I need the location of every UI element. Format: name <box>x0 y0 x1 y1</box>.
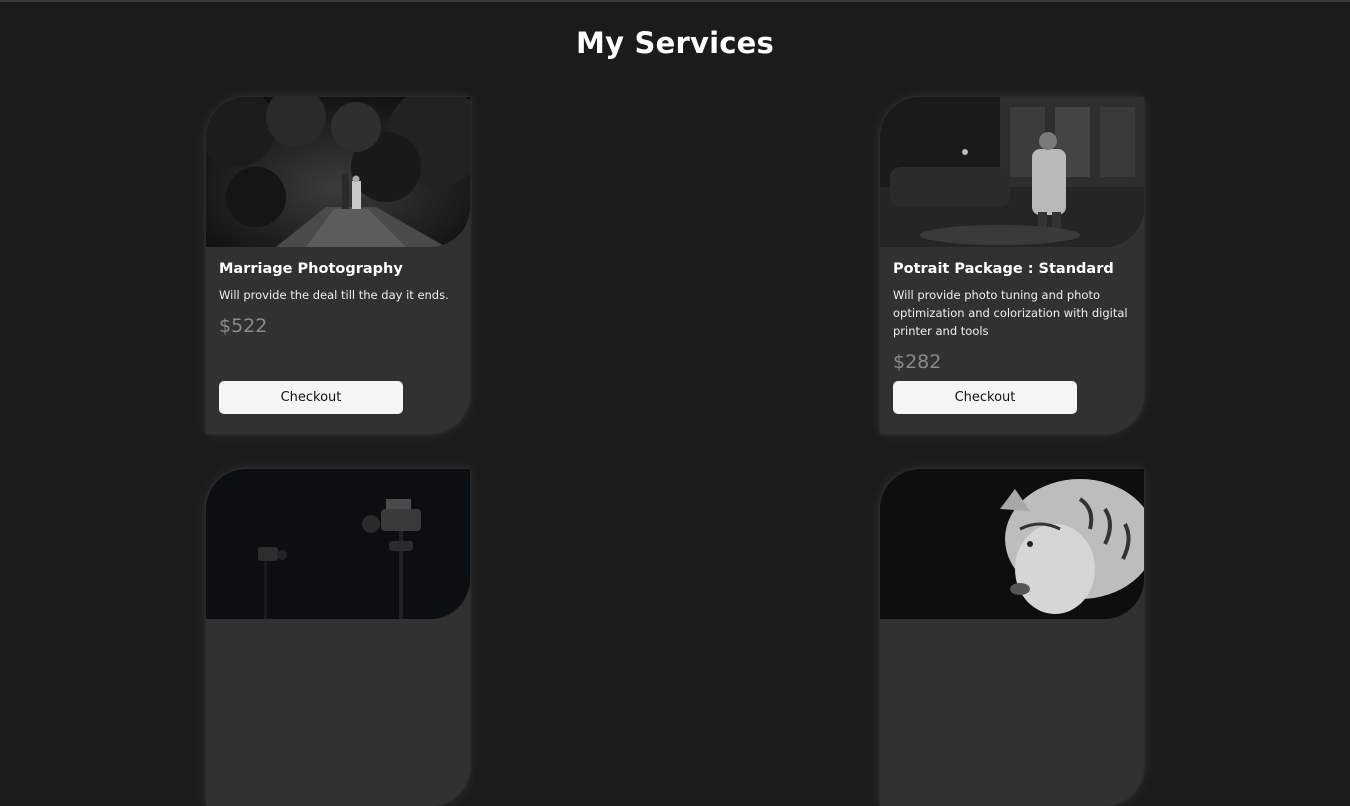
service-description: Will provide photo tuning and photo opti… <box>893 288 1128 338</box>
couple-walking-forest-photo <box>206 97 470 247</box>
service-card-marriage: Marriage Photography Will provide the de… <box>206 97 470 434</box>
white-tiger-photo <box>880 469 1144 619</box>
page-title: My Services <box>576 26 774 60</box>
service-card-video <box>206 469 470 806</box>
top-border <box>0 0 1350 2</box>
service-card-wildlife <box>880 469 1144 806</box>
service-price: $282 <box>893 351 942 373</box>
service-description: Will provide the deal till the day it en… <box>219 288 449 302</box>
service-title: Marriage Photography <box>219 261 403 277</box>
service-title: Potrait Package : Standard <box>893 261 1114 277</box>
checkout-button[interactable]: Checkout <box>893 381 1077 414</box>
man-portrait-workshop-photo <box>880 97 1144 247</box>
service-price: $522 <box>219 315 268 337</box>
cameras-dark-photo <box>206 469 470 619</box>
service-card-portrait: Potrait Package : Standard Will provide … <box>880 97 1144 434</box>
checkout-button[interactable]: Checkout <box>219 381 403 414</box>
